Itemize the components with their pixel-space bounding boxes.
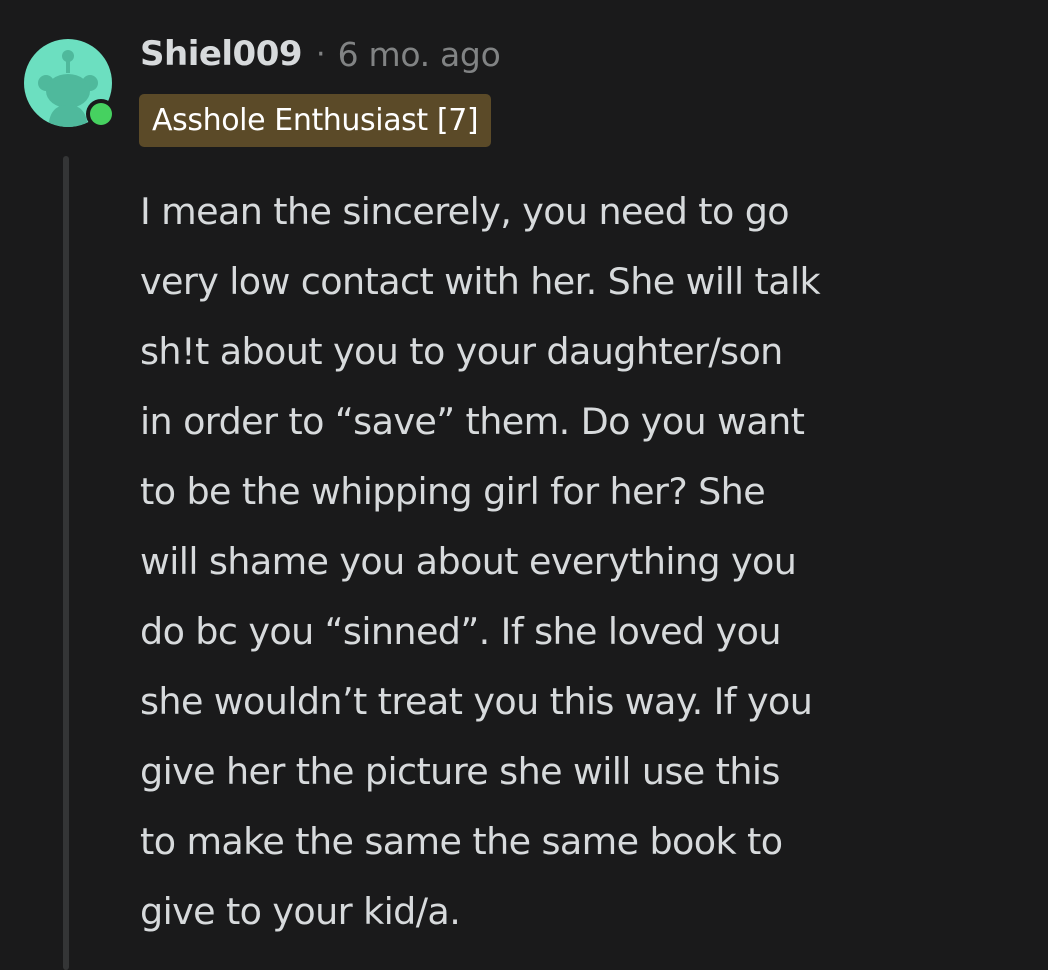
- comment-body: I mean the sincerely, you need to go ver…: [140, 177, 1030, 947]
- comment-body-line: give her the picture she will use this: [140, 750, 780, 793]
- snoo-avatar-icon: [24, 39, 116, 129]
- comment-body-line: sh!t about you to your daughter/son: [140, 330, 783, 373]
- comment-body-line: do bc you “sinned”. If she loved you: [140, 610, 781, 653]
- comment-body-line: give to your kid/a.: [140, 890, 461, 933]
- meta-separator: ·: [316, 36, 326, 72]
- comment-timestamp[interactable]: 6 mo. ago: [338, 35, 501, 74]
- comment-body-line: she wouldn’t treat you this way. If you: [140, 680, 813, 723]
- user-flair-text: Asshole Enthusiast [7]: [152, 103, 479, 138]
- user-flair: Asshole Enthusiast [7]: [139, 94, 492, 147]
- comment-body-line: to make the same the same book to: [140, 820, 783, 863]
- comment-body-line: very low contact with her. She will talk: [140, 260, 821, 303]
- comment-body-line: I mean the sincerely, you need to go: [140, 190, 790, 233]
- comment-meta: Shiel009 · 6 mo. ago: [140, 30, 501, 78]
- comment-body-line: will shame you about everything you: [140, 540, 797, 583]
- thread-line[interactable]: [63, 156, 69, 970]
- online-status-dot-icon: [90, 103, 112, 125]
- comment-body-line: to be the whipping girl for her? She: [140, 470, 766, 513]
- comment-body-line: in order to “save” them. Do you want: [140, 400, 805, 443]
- username-link[interactable]: Shiel009: [140, 34, 303, 74]
- comment: Shiel009 · 6 mo. ago Asshole Enthusiast …: [0, 0, 1048, 970]
- user-avatar[interactable]: [24, 37, 116, 129]
